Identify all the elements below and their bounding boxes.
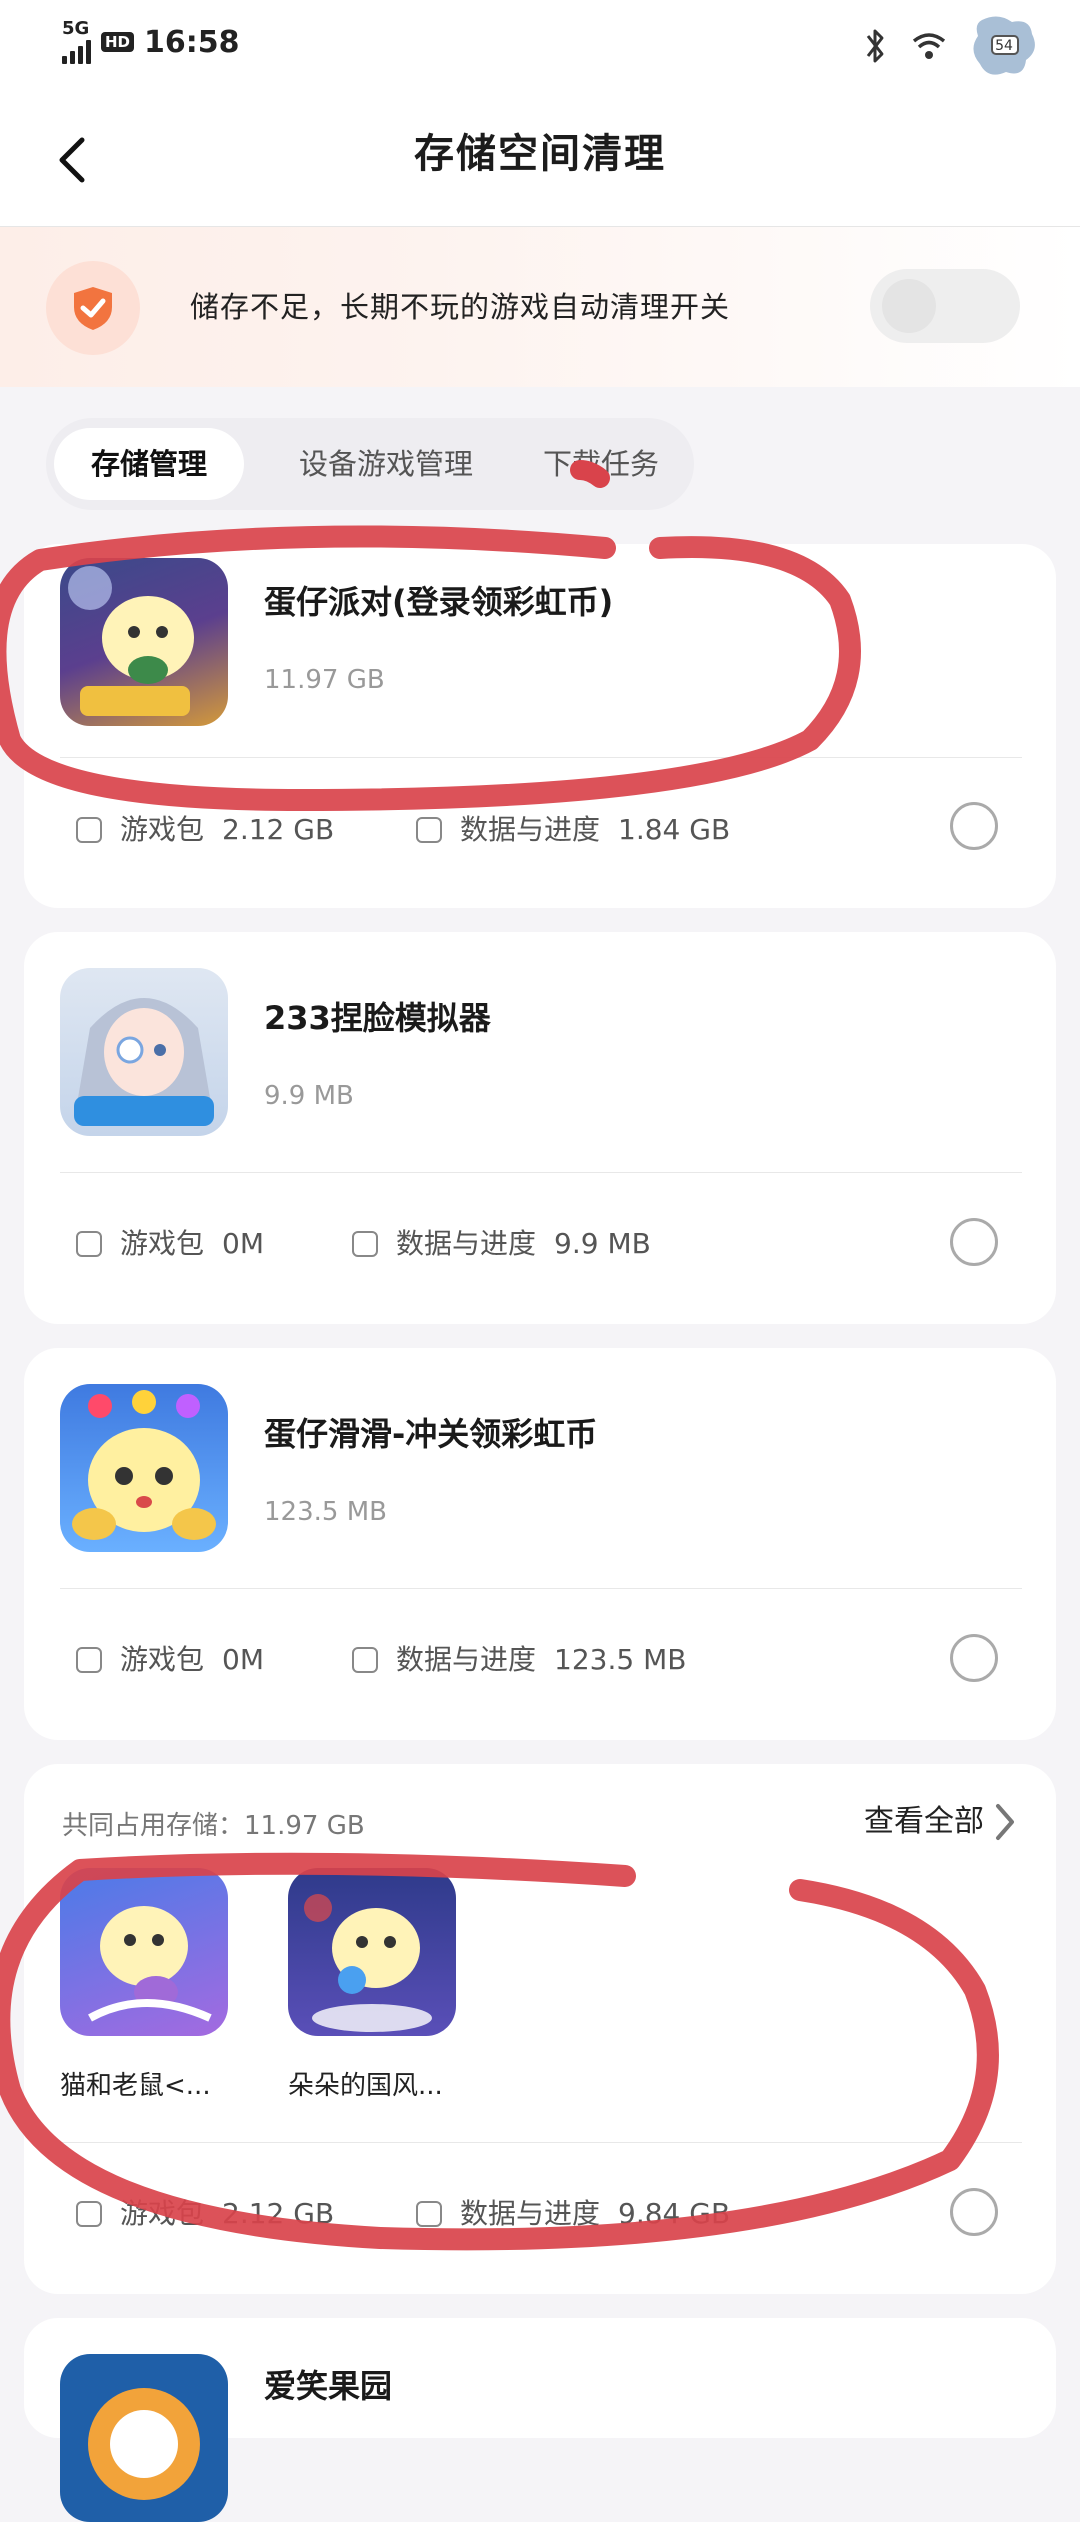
game-size: 9.9 MB xyxy=(264,1081,354,1111)
game-name: 蛋仔滑滑-冲关领彩虹币 xyxy=(264,1415,598,1453)
data-checkbox[interactable] xyxy=(352,1647,378,1673)
data-option[interactable]: 数据与进度 123.5 MB xyxy=(352,1642,686,1678)
bluetooth-icon xyxy=(866,29,884,63)
select-radio[interactable] xyxy=(950,1218,998,1266)
game-name: 爱笑果园 xyxy=(264,2367,393,2405)
see-all-label: 查看全部 xyxy=(864,1804,984,1839)
data-label: 数据与进度 xyxy=(460,2197,601,2230)
see-all-link[interactable]: 查看全部 xyxy=(864,1802,1018,1842)
package-label: 游戏包 xyxy=(120,2197,205,2230)
package-checkbox[interactable] xyxy=(76,817,102,843)
game-size: 123.5 MB xyxy=(264,1497,387,1527)
divider xyxy=(60,1172,1022,1173)
package-option[interactable]: 游戏包 0M xyxy=(76,1226,264,1262)
package-checkbox[interactable] xyxy=(76,2201,102,2227)
shared-app-name: 朵朵的国风... xyxy=(288,2071,443,2101)
auto-clean-toggle[interactable] xyxy=(870,269,1020,343)
game-icon xyxy=(60,968,228,1136)
toggle-knob xyxy=(882,279,936,333)
game-icon xyxy=(60,1384,228,1552)
game-name: 蛋仔派对(登录领彩虹币) xyxy=(264,583,614,621)
data-label: 数据与进度 xyxy=(460,813,601,846)
package-label: 游戏包 xyxy=(120,1643,205,1676)
wifi-icon xyxy=(912,33,946,59)
shared-app-icon[interactable] xyxy=(288,1868,456,2036)
package-size: 0M xyxy=(222,1643,264,1676)
auto-clean-text: 储存不足，长期不玩的游戏自动清理开关 xyxy=(190,290,731,324)
divider xyxy=(60,2142,1022,2143)
package-label: 游戏包 xyxy=(120,1227,205,1260)
game-card[interactable]: 爱笑果园 xyxy=(24,2318,1056,2522)
data-checkbox[interactable] xyxy=(416,2201,442,2227)
shared-storage-title: 共同占用存储：11.97 GB xyxy=(62,1811,365,1841)
divider xyxy=(60,1588,1022,1589)
package-option[interactable]: 游戏包 2.12 GB xyxy=(76,812,334,848)
package-size: 0M xyxy=(222,1227,264,1260)
signal-group: 5G xyxy=(62,20,91,64)
data-checkbox[interactable] xyxy=(352,1231,378,1257)
game-icon xyxy=(60,2354,228,2522)
package-option[interactable]: 游戏包 2.12 GB xyxy=(76,2196,334,2232)
status-left: 5G HD 16:58 xyxy=(62,20,240,64)
app-header: 存储空间清理 xyxy=(0,90,1080,227)
package-size: 2.12 GB xyxy=(222,813,335,846)
shared-app-icon[interactable] xyxy=(60,1868,228,2036)
data-label: 数据与进度 xyxy=(396,1643,537,1676)
signal-icon xyxy=(62,38,91,64)
data-checkbox[interactable] xyxy=(416,817,442,843)
package-label: 游戏包 xyxy=(120,813,205,846)
tab-storage[interactable]: 存储管理 xyxy=(54,428,244,500)
tab-downloads[interactable]: 下载任务 xyxy=(516,428,686,500)
data-size: 1.84 GB xyxy=(618,813,731,846)
game-icon xyxy=(60,558,228,726)
shield-check-icon xyxy=(46,261,140,355)
game-card[interactable]: 蛋仔滑滑-冲关领彩虹币 123.5 MB 游戏包 0M 数据与进度 123.5 … xyxy=(24,1348,1056,1740)
battery-level: 54 xyxy=(995,38,1013,54)
data-size: 9.9 MB xyxy=(554,1227,651,1260)
divider xyxy=(60,757,1022,758)
shared-app-name: 猫和老鼠<... xyxy=(60,2071,211,2101)
package-checkbox[interactable] xyxy=(76,1647,102,1673)
page-title: 存储空间清理 xyxy=(414,131,666,177)
clock: 16:58 xyxy=(144,24,240,60)
data-option[interactable]: 数据与进度 9.9 MB xyxy=(352,1226,651,1262)
hd-badge: HD xyxy=(101,32,135,52)
status-right: 54 xyxy=(860,10,1040,82)
data-option[interactable]: 数据与进度 9.84 GB xyxy=(416,2196,730,2232)
network-type: 5G xyxy=(62,18,90,39)
auto-clean-banner: 储存不足，长期不玩的游戏自动清理开关 xyxy=(0,227,1080,387)
status-bar: 5G HD 16:58 54 xyxy=(0,0,1080,90)
package-size: 2.12 GB xyxy=(222,2197,335,2230)
tab-bar: 存储管理 设备游戏管理 下载任务 xyxy=(46,418,694,510)
chevron-right-icon xyxy=(996,1804,1014,1840)
select-radio[interactable] xyxy=(950,1634,998,1682)
battery-icon: 54 xyxy=(968,10,1040,82)
select-radio[interactable] xyxy=(950,2188,998,2236)
data-label: 数据与进度 xyxy=(396,1227,537,1260)
game-card[interactable]: 蛋仔派对(登录领彩虹币) 11.97 GB 游戏包 2.12 GB 数据与进度 … xyxy=(24,544,1056,908)
game-size: 11.97 GB xyxy=(264,665,385,695)
game-card[interactable]: 233捏脸模拟器 9.9 MB 游戏包 0M 数据与进度 9.9 MB xyxy=(24,932,1056,1324)
game-name: 233捏脸模拟器 xyxy=(264,999,491,1037)
tab-device-games[interactable]: 设备游戏管理 xyxy=(266,428,506,500)
data-option[interactable]: 数据与进度 1.84 GB xyxy=(416,812,730,848)
shared-storage-card[interactable]: 共同占用存储：11.97 GB 查看全部 猫和老鼠<... 朵朵的国风... 游… xyxy=(24,1764,1056,2294)
data-size: 123.5 MB xyxy=(554,1643,687,1676)
package-option[interactable]: 游戏包 0M xyxy=(76,1642,264,1678)
package-checkbox[interactable] xyxy=(76,1231,102,1257)
select-radio[interactable] xyxy=(950,802,998,850)
data-size: 9.84 GB xyxy=(618,2197,731,2230)
